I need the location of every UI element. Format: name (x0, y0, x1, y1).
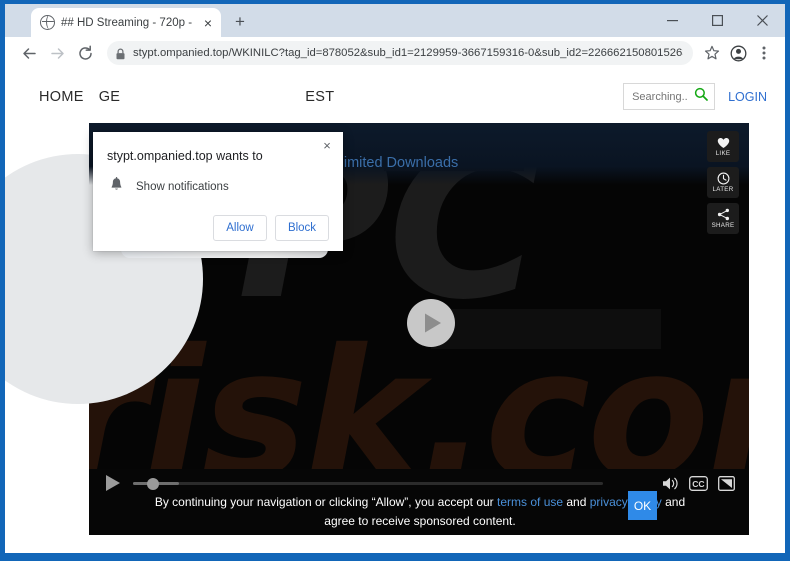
window-minimize-button[interactable] (650, 4, 695, 37)
nav-item-ge[interactable]: GE (99, 89, 121, 105)
svg-text:CC: CC (692, 478, 704, 488)
back-arrow-icon[interactable] (15, 39, 43, 67)
consent-ok-button[interactable]: OK (628, 491, 657, 520)
browser-toolbar: stypt.ompanied.top/WKINILC?tag_id=878052… (5, 37, 785, 70)
window-controls (650, 4, 785, 37)
search-icon[interactable] (694, 87, 708, 106)
address-bar[interactable]: stypt.ompanied.top/WKINILC?tag_id=878052… (107, 41, 693, 65)
three-dot-menu-icon[interactable] (751, 40, 777, 66)
page-viewport: HOME GE EST LOGIN (5, 70, 785, 553)
block-button[interactable]: Block (275, 215, 329, 241)
bell-icon (110, 177, 124, 197)
site-header: HOME GE EST LOGIN (5, 70, 785, 123)
fullscreen-icon[interactable] (718, 475, 735, 491)
captions-icon[interactable]: CC (689, 475, 708, 491)
site-header-right: LOGIN (623, 83, 767, 110)
play-button[interactable] (105, 474, 123, 492)
nav-item-home[interactable]: HOME (39, 89, 84, 105)
star-icon[interactable] (699, 40, 725, 66)
heart-icon (717, 136, 730, 149)
address-bar-url: stypt.ompanied.top/WKINILC?tag_id=878052… (133, 46, 683, 59)
dialog-actions: Allow Block (107, 215, 329, 241)
share-button[interactable]: SHARE (707, 203, 739, 234)
site-navigation: HOME GE EST (39, 89, 334, 105)
later-button[interactable]: LATER (707, 167, 739, 198)
terms-of-use-link[interactable]: terms of use (497, 495, 563, 509)
center-play-button[interactable] (407, 299, 455, 347)
login-link[interactable]: LOGIN (728, 90, 767, 104)
slider-track (133, 481, 603, 485)
tab-close-icon[interactable]: × (201, 16, 215, 30)
search-box[interactable] (623, 83, 716, 110)
allow-button[interactable]: Allow (213, 215, 267, 241)
share-icon (717, 208, 730, 221)
lock-icon (115, 47, 126, 60)
consent-text-part1: By continuing your navigation or clickin… (154, 495, 498, 509)
video-controls: CC By continuing your navigation or clic… (89, 469, 749, 535)
nav-item-est[interactable]: EST (305, 89, 334, 105)
poster-shape (431, 309, 661, 349)
window-maximize-button[interactable] (695, 4, 740, 37)
dialog-title: stypt.ompanied.top wants to (107, 149, 263, 163)
browser-tab[interactable]: ## HD Streaming - 720p - Unlimi × (31, 8, 221, 37)
tab-title: ## HD Streaming - 720p - Unlimi (61, 16, 195, 29)
volume-icon[interactable] (662, 476, 679, 491)
later-label: LATER (712, 186, 734, 193)
notification-permission-dialog: × stypt.ompanied.top wants to Show notif… (93, 132, 343, 251)
video-side-actions: LIKE LATER SHARE (707, 131, 739, 234)
window-close-button[interactable] (740, 4, 785, 37)
video-controls-right: CC (662, 475, 735, 491)
permission-label: Show notifications (136, 181, 229, 193)
clock-icon (717, 172, 730, 185)
dialog-close-icon[interactable]: × (319, 138, 335, 154)
progress-slider[interactable] (133, 477, 603, 490)
browser-window: ## HD Streaming - 720p - Unlimi × + (0, 0, 790, 561)
forward-arrow-icon[interactable] (43, 39, 71, 67)
new-tab-button[interactable]: + (230, 12, 250, 32)
globe-icon (40, 15, 55, 30)
profile-avatar-icon[interactable] (725, 40, 751, 66)
consent-text-part2: and (563, 495, 590, 509)
slider-knob[interactable] (147, 477, 159, 490)
search-input[interactable] (632, 90, 695, 103)
permission-row: Show notifications (107, 177, 329, 197)
like-label: LIKE (715, 150, 731, 157)
browser-titlebar: ## HD Streaming - 720p - Unlimi × + (5, 4, 785, 37)
reload-icon[interactable] (71, 39, 99, 67)
consent-text: By continuing your navigation or clickin… (140, 493, 700, 531)
like-button[interactable]: LIKE (707, 131, 739, 162)
share-label: SHARE (711, 222, 735, 229)
